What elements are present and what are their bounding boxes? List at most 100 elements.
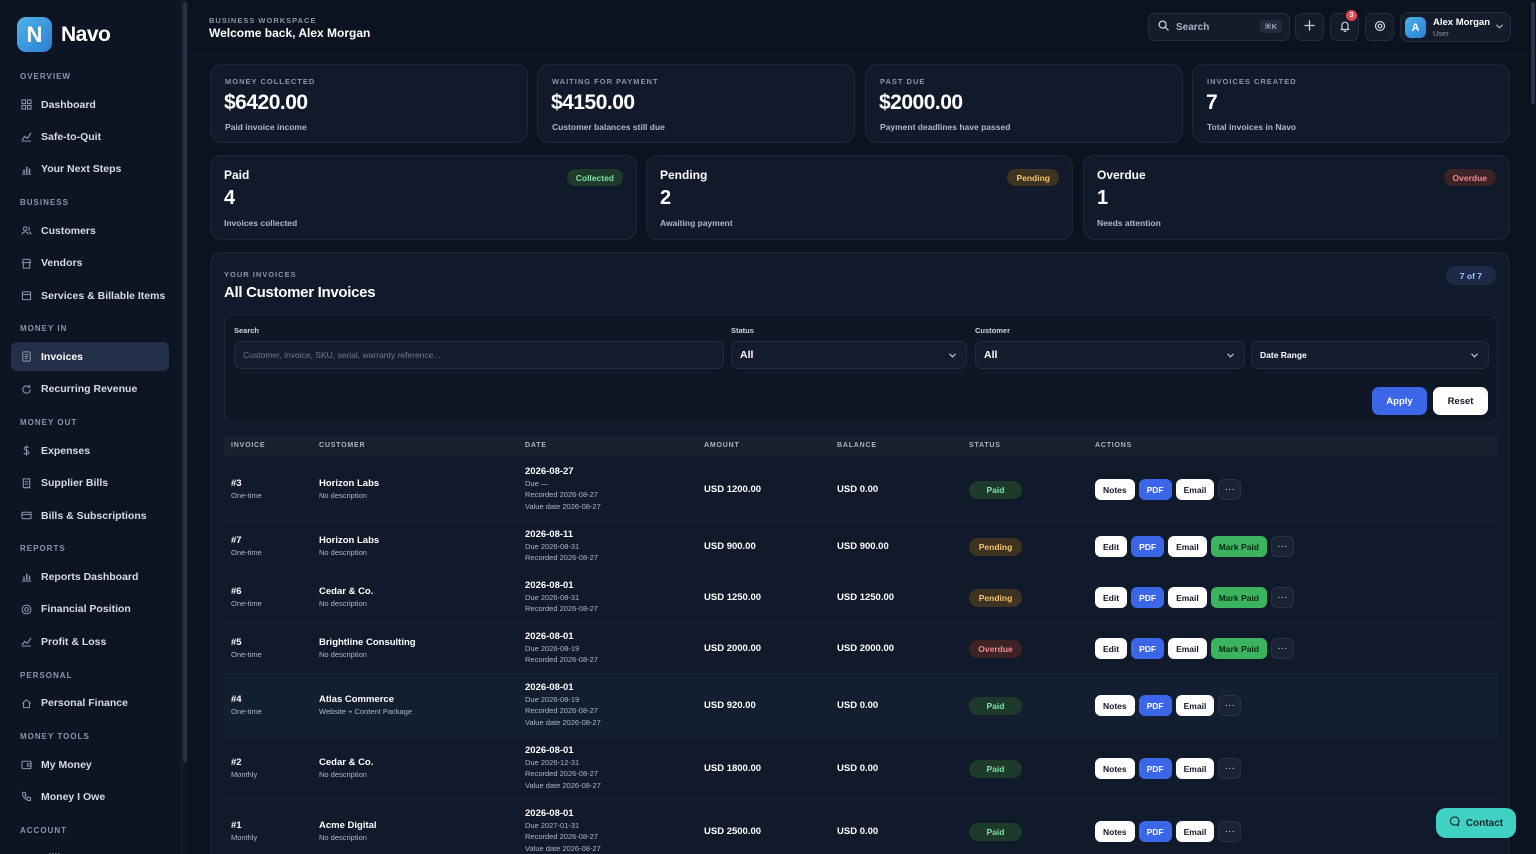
- table-row[interactable]: #4 One-time Atlas Commerce Website + Con…: [224, 674, 1498, 737]
- table-row[interactable]: #7 One-time Horizon Labs No description …: [224, 521, 1498, 572]
- apply-button[interactable]: Apply: [1372, 387, 1427, 415]
- date-detail: Due 2027-01-31: [525, 820, 580, 830]
- summary-title: Overdue: [1097, 168, 1146, 182]
- pdf-button[interactable]: PDF: [1138, 821, 1172, 842]
- date-detail: Recorded 2026-08-27: [525, 604, 598, 613]
- pdf-button[interactable]: PDF: [1138, 695, 1172, 716]
- customer-description: No description: [319, 832, 367, 842]
- invoice-balance: USD 0.00: [837, 483, 879, 495]
- email-button[interactable]: Email: [1175, 479, 1215, 500]
- row-actions: Notes PDF Email ···: [1095, 695, 1242, 716]
- table-row[interactable]: #5 One-time Brightline Consulting No des…: [224, 623, 1498, 674]
- search-icon: [1158, 20, 1169, 34]
- customer-select[interactable]: All: [975, 341, 1245, 369]
- more-actions-button[interactable]: ···: [1218, 479, 1242, 500]
- email-button[interactable]: Email: [1175, 821, 1215, 842]
- page-scroll-thumb[interactable]: [1531, 2, 1535, 104]
- contact-button[interactable]: Contact: [1436, 808, 1516, 838]
- notes-button[interactable]: Notes: [1095, 758, 1135, 779]
- add-button[interactable]: [1295, 13, 1324, 41]
- col-amount: AMOUNT: [704, 442, 740, 449]
- mark-paid-button[interactable]: Mark Paid: [1210, 638, 1267, 659]
- status-select[interactable]: All: [731, 341, 967, 369]
- edit-button[interactable]: Edit: [1095, 638, 1128, 659]
- summary-caption: Awaiting payment: [660, 218, 733, 228]
- pdf-button[interactable]: PDF: [1138, 758, 1172, 779]
- more-actions-button[interactable]: ···: [1270, 536, 1294, 557]
- more-actions-button[interactable]: ···: [1218, 695, 1242, 716]
- mark-paid-button[interactable]: Mark Paid: [1210, 536, 1267, 557]
- date-detail: Due 2026-08-31: [525, 541, 580, 551]
- notes-button[interactable]: Notes: [1095, 695, 1135, 716]
- sidebar-item-recurring-revenue[interactable]: Recurring Revenue: [11, 375, 169, 404]
- stat-caption: Total invoices in Navo: [1207, 122, 1297, 132]
- invoice-balance: USD 900.00: [837, 540, 889, 552]
- sidebar-scroll-thumb[interactable]: [183, 2, 187, 762]
- ellipsis-icon: ···: [1277, 541, 1288, 552]
- table-row[interactable]: #3 One-time Horizon Labs No description …: [224, 458, 1498, 521]
- pdf-button[interactable]: PDF: [1131, 587, 1165, 608]
- nav-section-label: ACCOUNT: [20, 825, 67, 835]
- sidebar-item-vendors[interactable]: Vendors: [11, 249, 169, 278]
- invoice-date: 2026-08-27: [525, 465, 574, 477]
- invoice-search-input[interactable]: Customer, invoice, SKU, serial, warranty…: [234, 341, 724, 369]
- row-actions: Notes PDF Email ···: [1095, 821, 1242, 842]
- status-badge: Paid: [969, 696, 1022, 715]
- sidebar-item-my-money[interactable]: My Money: [11, 750, 169, 779]
- chevron-down-icon: [948, 351, 957, 363]
- trend-icon: [21, 636, 32, 647]
- more-actions-button[interactable]: ···: [1218, 821, 1242, 842]
- sidebar-item-supplier-bills[interactable]: Supplier Bills: [11, 469, 169, 498]
- email-button[interactable]: Email: [1175, 695, 1215, 716]
- more-actions-button[interactable]: ···: [1270, 587, 1294, 608]
- more-actions-button[interactable]: ···: [1270, 638, 1294, 659]
- sidebar-item-services-billable-items[interactable]: Services & Billable Items: [11, 281, 169, 310]
- sidebar-item-expenses[interactable]: Expenses: [11, 436, 169, 465]
- notes-button[interactable]: Notes: [1095, 821, 1135, 842]
- sidebar-item-personal-finance[interactable]: Personal Finance: [11, 689, 169, 718]
- global-search[interactable]: Search ⌘K: [1148, 13, 1290, 41]
- brand[interactable]: N Navo: [17, 17, 111, 52]
- user-role: User: [1433, 29, 1449, 38]
- notes-button[interactable]: Notes: [1095, 479, 1135, 500]
- sidebar-item-money-i-owe[interactable]: Money I Owe: [11, 782, 169, 811]
- customer-description: No description: [319, 490, 367, 500]
- sidebar-item-bills-subscriptions[interactable]: Bills & Subscriptions: [11, 501, 169, 530]
- sidebar-item-invoices[interactable]: Invoices: [11, 342, 169, 372]
- page-scrollbar[interactable]: [1530, 0, 1536, 854]
- sidebar-item-label: Invoices: [41, 350, 84, 363]
- workspace-label: BUSINESS WORKSPACE: [209, 16, 317, 25]
- sidebar-item-your-next-steps[interactable]: Your Next Steps: [11, 155, 169, 184]
- pdf-button[interactable]: PDF: [1138, 479, 1172, 500]
- sidebar-item-dashboard[interactable]: Dashboard: [11, 90, 169, 119]
- reset-button[interactable]: Reset: [1433, 387, 1488, 415]
- pdf-button[interactable]: PDF: [1131, 536, 1165, 557]
- date-range-select[interactable]: Date Range: [1251, 341, 1489, 369]
- email-button[interactable]: Email: [1168, 587, 1207, 608]
- edit-button[interactable]: Edit: [1095, 536, 1128, 557]
- edit-button[interactable]: Edit: [1095, 587, 1128, 608]
- email-button[interactable]: Email: [1168, 536, 1207, 557]
- email-button[interactable]: Email: [1175, 758, 1215, 779]
- settings-button[interactable]: [1365, 13, 1394, 41]
- receipt-icon: [21, 478, 32, 489]
- invoice-amount: USD 1200.00: [704, 483, 762, 495]
- sidebar-item-safe-to-quit[interactable]: Safe-to-Quit: [11, 122, 169, 151]
- notifications-button[interactable]: 3: [1330, 10, 1359, 41]
- status-select-value: All: [740, 349, 754, 361]
- table-row[interactable]: #6 One-time Cedar & Co. No description 2…: [224, 572, 1498, 623]
- date-detail: Recorded 2026-08-27: [525, 706, 598, 716]
- pdf-button[interactable]: PDF: [1131, 638, 1165, 659]
- table-row[interactable]: #2 Monthly Cedar & Co. No description 20…: [224, 737, 1498, 800]
- sidebar-item-customers[interactable]: Customers: [11, 216, 169, 245]
- mark-paid-button[interactable]: Mark Paid: [1210, 587, 1267, 608]
- sidebar-item-financial-position[interactable]: Financial Position: [11, 595, 169, 624]
- more-actions-button[interactable]: ···: [1218, 758, 1242, 779]
- sidebar-item-reports-dashboard[interactable]: Reports Dashboard: [11, 562, 169, 591]
- sidebar-item-profit-loss[interactable]: Profit & Loss: [11, 627, 169, 656]
- table-row[interactable]: #1 Monthly Acme Digital No description 2…: [224, 800, 1498, 854]
- user-menu[interactable]: A Alex Morgan User: [1400, 12, 1511, 42]
- summary-title: Pending: [660, 168, 708, 182]
- email-button[interactable]: Email: [1168, 638, 1207, 659]
- sidebar-item-billing[interactable]: Billing: [11, 844, 169, 854]
